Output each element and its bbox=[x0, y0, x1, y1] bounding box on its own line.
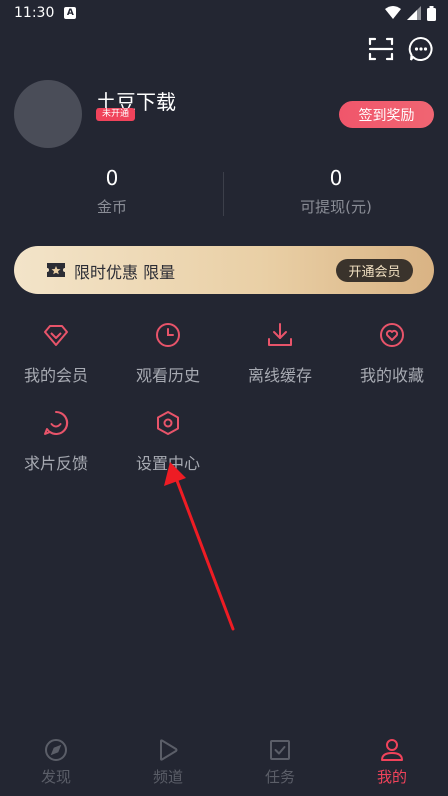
tab-channels[interactable]: 频道 bbox=[112, 738, 224, 787]
play-icon bbox=[160, 739, 178, 761]
menu-item-favorites[interactable]: 我的收藏 bbox=[336, 322, 448, 386]
gem-icon bbox=[44, 325, 68, 346]
coins-stat[interactable]: 0 金币 bbox=[0, 166, 224, 217]
checkin-reward-button[interactable]: 签到奖励 bbox=[339, 101, 434, 128]
feedback-icon bbox=[44, 410, 69, 435]
battery-icon bbox=[427, 5, 436, 21]
signal-icon bbox=[407, 6, 421, 20]
notification-icon: A bbox=[64, 7, 77, 19]
menu-label: 设置中心 bbox=[135, 454, 200, 473]
task-icon bbox=[270, 740, 290, 760]
menu-item-settings[interactable]: 设置中心 bbox=[112, 410, 224, 474]
message-icon[interactable] bbox=[408, 36, 434, 62]
withdrawable-value: 0 bbox=[329, 166, 343, 190]
ticket-icon bbox=[47, 263, 65, 277]
wifi-icon bbox=[385, 6, 401, 19]
open-vip-button[interactable]: 开通会员 bbox=[336, 259, 413, 282]
vip-status-badge: 未开通 bbox=[96, 108, 136, 121]
withdrawable-stat[interactable]: 0 可提现(元) bbox=[224, 166, 448, 217]
withdrawable-label: 可提现(元) bbox=[300, 198, 372, 216]
user-icon bbox=[381, 739, 403, 761]
compass-icon bbox=[45, 739, 67, 761]
heart-icon bbox=[380, 323, 404, 347]
tab-label: 频道 bbox=[152, 768, 183, 786]
profile-section: 土豆下载 未开通 签到奖励 bbox=[14, 80, 434, 150]
coins-label: 金币 bbox=[96, 198, 127, 216]
tab-label: 任务 bbox=[264, 768, 295, 786]
promo-text: 限时优惠 限量 bbox=[74, 263, 176, 282]
settings-hex-icon bbox=[157, 411, 179, 435]
tab-tasks[interactable]: 任务 bbox=[224, 738, 336, 787]
vip-promo-banner[interactable]: 限时优惠 限量 开通会员 bbox=[14, 246, 434, 294]
tab-discover[interactable]: 发现 bbox=[0, 738, 112, 787]
menu-label: 我的会员 bbox=[23, 366, 88, 385]
download-icon bbox=[268, 323, 292, 346]
menu-item-offline-cache[interactable]: 离线缓存 bbox=[224, 322, 336, 386]
avatar[interactable] bbox=[14, 80, 82, 148]
menu-label: 离线缓存 bbox=[247, 366, 312, 385]
menu-label: 求片反馈 bbox=[23, 454, 88, 473]
clock-icon bbox=[156, 323, 180, 347]
top-actions bbox=[368, 36, 434, 62]
coins-value: 0 bbox=[105, 166, 119, 190]
bottom-tab-bar: 发现 频道 任务 我的 bbox=[0, 730, 448, 796]
menu-item-watch-history[interactable]: 观看历史 bbox=[112, 322, 224, 386]
scan-icon[interactable] bbox=[368, 36, 394, 62]
tab-label: 我的 bbox=[376, 768, 407, 786]
status-bar: 11:30 A bbox=[0, 0, 448, 26]
tab-label: 发现 bbox=[40, 768, 71, 786]
menu-item-feedback[interactable]: 求片反馈 bbox=[0, 410, 112, 474]
menu-label: 我的收藏 bbox=[359, 366, 424, 385]
tab-mine[interactable]: 我的 bbox=[336, 738, 448, 787]
menu-label: 观看历史 bbox=[135, 366, 200, 385]
status-time: 11:30 bbox=[14, 5, 55, 21]
stats-row: 0 金币 0 可提现(元) bbox=[0, 166, 448, 222]
menu-item-my-vip[interactable]: 我的会员 bbox=[0, 322, 112, 386]
